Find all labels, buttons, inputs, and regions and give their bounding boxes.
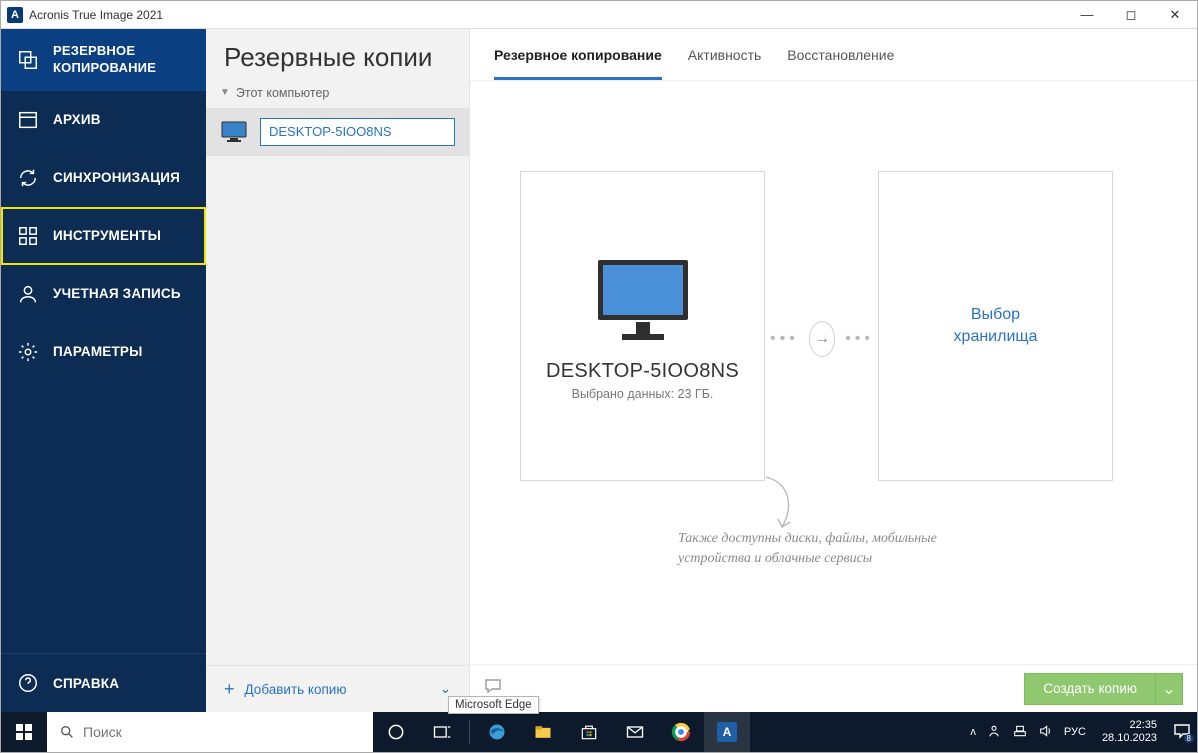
app-title: Acronis True Image 2021 [29, 8, 163, 22]
sidebar-item-label: ПАРАМЕТРЫ [53, 344, 143, 359]
tab-restore[interactable]: Восстановление [787, 47, 894, 80]
app-icon: A [7, 7, 23, 23]
create-backup-dropdown[interactable]: ⌄ [1155, 673, 1183, 705]
taskbar-clock[interactable]: 22:35 28.10.2023 [1096, 719, 1163, 744]
arrow-right-icon: → [809, 321, 835, 357]
sidebar-item-tools[interactable]: ИНСТРУМЕНТЫ [1, 207, 206, 265]
hint-text: Также доступны диски, файлы, мобильные у… [678, 529, 938, 568]
backup-stage: DESKTOP-5IOO8NS Выбрано данных: 23 ГБ. •… [470, 81, 1197, 664]
sidebar-item-label: СИНХРОНИЗАЦИЯ [53, 170, 180, 185]
language-indicator[interactable]: РУС [1064, 726, 1086, 738]
plus-icon: + [224, 680, 235, 698]
account-icon [17, 283, 39, 305]
sidebar-item-help[interactable]: СПРАВКА [1, 653, 206, 712]
help-icon [17, 672, 39, 694]
acronis-icon: A [717, 722, 737, 742]
flow-arrow: ••• → ••• [770, 321, 874, 357]
taskbar-app-acronis[interactable]: A [704, 712, 750, 752]
app-window: A Acronis True Image 2021 ― ◻ ✕ РЕЗЕРВНО… [0, 0, 1198, 753]
create-backup-group: Создать копию ⌄ [1024, 673, 1183, 705]
minimize-button[interactable]: ― [1065, 1, 1109, 29]
backup-list-pane: Резервные копии ▼ Этот компьютер + Добав… [206, 29, 470, 712]
tools-icon [17, 225, 39, 247]
cortana-button[interactable] [373, 712, 419, 752]
destination-label: Выбор хранилища [954, 304, 1038, 347]
source-subtitle: Выбрано данных: 23 ГБ. [572, 387, 714, 401]
backup-list-item[interactable] [206, 108, 469, 156]
taskbar-app-edge[interactable] [474, 712, 520, 752]
computer-icon [588, 252, 698, 352]
maximize-button[interactable]: ◻ [1109, 1, 1153, 29]
notification-count: 8 [1184, 734, 1194, 743]
main-bottombar: Создать копию ⌄ [470, 664, 1197, 712]
titlebar: A Acronis True Image 2021 ― ◻ ✕ [1, 1, 1197, 29]
chevron-down-icon[interactable]: ⌄ [440, 681, 451, 697]
sidebar-item-label: СПРАВКА [53, 676, 119, 691]
task-view-button[interactable] [419, 712, 465, 752]
gear-icon [17, 341, 39, 363]
taskbar: A ʌ РУС 22:35 28.10.2023 8 [1, 712, 1197, 752]
add-backup-label: Добавить копию [245, 682, 347, 697]
sidebar-item-label: УЧЕТНАЯ ЗАПИСЬ [53, 286, 181, 301]
create-backup-button[interactable]: Создать копию [1024, 673, 1155, 705]
taskbar-search-input[interactable] [83, 724, 361, 740]
main-panel: Резервное копирование Активность Восстан… [470, 29, 1197, 712]
chevron-down-icon: ▼ [220, 87, 230, 98]
taskbar-search[interactable] [47, 712, 373, 752]
hint-arrow-icon [760, 473, 800, 533]
sync-icon [17, 167, 39, 189]
volume-icon[interactable] [1038, 723, 1054, 742]
tab-activity[interactable]: Активность [688, 47, 762, 80]
monitor-icon [220, 121, 248, 143]
taskbar-date: 28.10.2023 [1102, 732, 1157, 745]
backup-icon [17, 49, 39, 71]
sidebar-item-backup[interactable]: РЕЗЕРВНОЕ КОПИРОВАНИЕ [1, 29, 206, 91]
taskbar-app-explorer[interactable] [520, 712, 566, 752]
dots-icon: ••• [770, 330, 799, 348]
system-tray: ʌ РУС 22:35 28.10.2023 8 [964, 719, 1197, 744]
search-icon [59, 724, 75, 740]
source-name: DESKTOP-5IOO8NS [546, 360, 739, 383]
taskbar-app-mail[interactable] [612, 712, 658, 752]
dots-icon: ••• [845, 330, 874, 348]
listpane-category[interactable]: ▼ Этот компьютер [206, 82, 469, 108]
sidebar-item-archive[interactable]: АРХИВ [1, 91, 206, 149]
archive-icon [17, 109, 39, 131]
add-backup-button[interactable]: + Добавить копию ⌄ [206, 665, 469, 712]
people-icon[interactable] [986, 723, 1002, 742]
taskbar-app-chrome[interactable] [658, 712, 704, 752]
sidebar-item-settings[interactable]: ПАРАМЕТРЫ [1, 323, 206, 381]
start-button[interactable] [1, 712, 47, 752]
sidebar-item-label: АРХИВ [53, 112, 101, 127]
sidebar: РЕЗЕРВНОЕ КОПИРОВАНИЕ АРХИВ СИНХРОНИЗАЦИ… [1, 29, 206, 712]
listpane-heading: Резервные копии [206, 29, 469, 82]
network-icon[interactable] [1012, 723, 1028, 742]
action-center-button[interactable]: 8 [1173, 723, 1191, 742]
destination-card[interactable]: Выбор хранилища [878, 171, 1113, 481]
taskbar-time: 22:35 [1102, 719, 1157, 732]
backup-name-input[interactable] [260, 118, 455, 146]
tabbar: Резервное копирование Активность Восстан… [470, 29, 1197, 81]
sidebar-item-label: РЕЗЕРВНОЕ КОПИРОВАНИЕ [53, 43, 190, 77]
taskbar-tooltip: Microsoft Edge [448, 696, 539, 714]
tray-overflow-button[interactable]: ʌ [970, 726, 976, 738]
sidebar-item-account[interactable]: УЧЕТНАЯ ЗАПИСЬ [1, 265, 206, 323]
taskbar-app-store[interactable] [566, 712, 612, 752]
sidebar-item-label: ИНСТРУМЕНТЫ [53, 228, 161, 243]
source-card[interactable]: DESKTOP-5IOO8NS Выбрано данных: 23 ГБ. [520, 171, 765, 481]
tab-backup[interactable]: Резервное копирование [494, 47, 662, 80]
category-label: Этот компьютер [236, 86, 329, 100]
sidebar-item-sync[interactable]: СИНХРОНИЗАЦИЯ [1, 149, 206, 207]
close-button[interactable]: ✕ [1153, 1, 1197, 29]
